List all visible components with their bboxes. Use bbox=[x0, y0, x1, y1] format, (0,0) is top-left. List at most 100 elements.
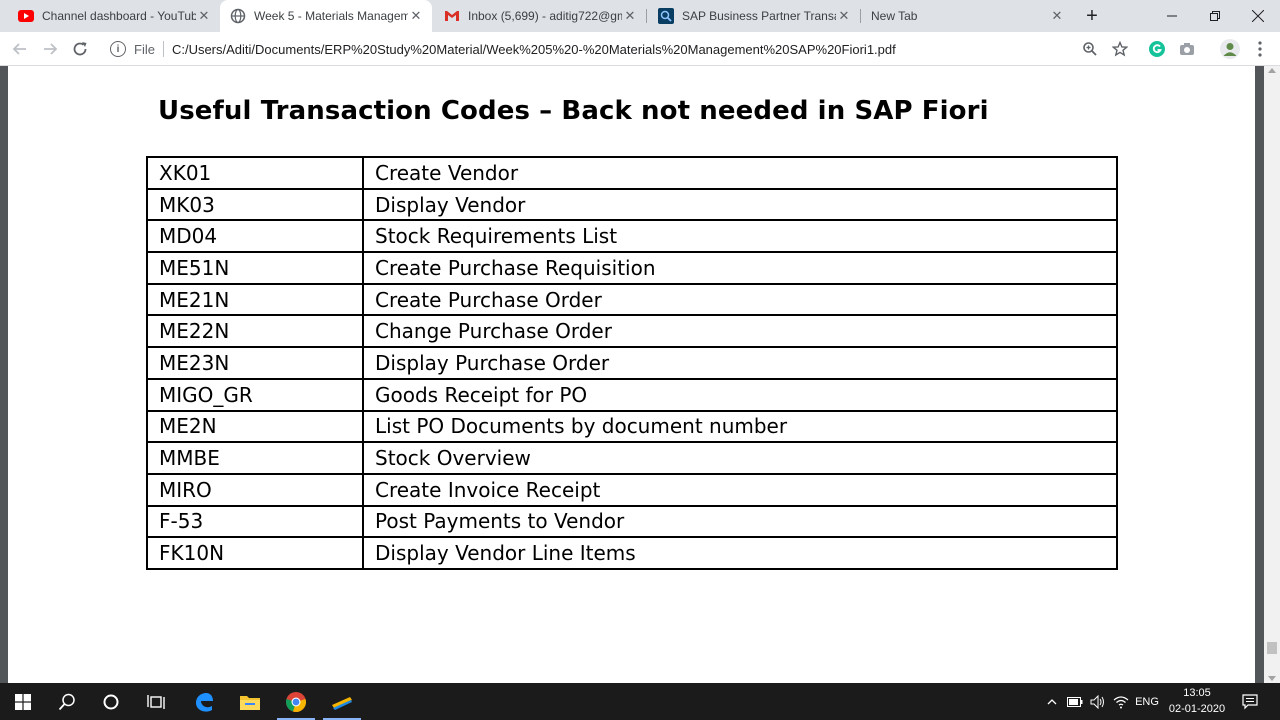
arrow-right-icon bbox=[44, 43, 58, 55]
forward-button[interactable] bbox=[38, 37, 62, 61]
address-bar[interactable]: i File C:/Users/Aditi/Documents/ERP%20St… bbox=[104, 35, 1136, 63]
grammarly-icon bbox=[1149, 41, 1165, 57]
transaction-description-cell: Display Vendor Line Items bbox=[362, 536, 1118, 570]
url-text[interactable]: C:/Users/Aditi/Documents/ERP%20Study%20M… bbox=[172, 42, 896, 57]
close-icon[interactable]: ✕ bbox=[836, 8, 852, 24]
scrollbar-thumb[interactable] bbox=[1267, 642, 1277, 654]
close-icon[interactable]: ✕ bbox=[408, 8, 424, 24]
close-icon[interactable]: ✕ bbox=[622, 8, 638, 24]
table-row: ME51N Create Purchase Requisition bbox=[146, 251, 1118, 285]
close-window-button[interactable] bbox=[1236, 0, 1280, 32]
new-tab-button[interactable]: + bbox=[1080, 4, 1104, 28]
close-icon[interactable]: ✕ bbox=[196, 8, 212, 24]
volume-button[interactable] bbox=[1087, 683, 1109, 720]
vertical-scrollbar[interactable] bbox=[1264, 66, 1280, 683]
bookmark-button[interactable] bbox=[1110, 39, 1130, 59]
transaction-description-cell: Create Vendor bbox=[362, 156, 1118, 190]
transaction-code-cell: FK10N bbox=[146, 536, 364, 570]
tab-title: SAP Business Partner Transactions bbox=[682, 9, 836, 23]
task-view-button[interactable] bbox=[133, 683, 179, 720]
table-row: MD04 Stock Requirements List bbox=[146, 219, 1118, 254]
network-button[interactable] bbox=[1110, 683, 1132, 720]
chrome-icon bbox=[286, 691, 306, 712]
edge-taskbar-button[interactable] bbox=[181, 683, 227, 720]
zoom-button[interactable] bbox=[1080, 39, 1100, 59]
folder-icon bbox=[240, 695, 260, 710]
sap-icon bbox=[658, 8, 674, 24]
transaction-code-cell: MMBE bbox=[146, 441, 364, 475]
transaction-description-cell: Create Purchase Order bbox=[362, 282, 1118, 317]
back-button[interactable] bbox=[8, 37, 32, 61]
chrome-taskbar-button[interactable] bbox=[273, 683, 319, 720]
table-row: FK10N Display Vendor Line Items bbox=[146, 536, 1118, 570]
transaction-code-cell: ME2N bbox=[146, 409, 364, 444]
sap-gui-taskbar-button[interactable] bbox=[319, 683, 365, 720]
screenshot-extension-button[interactable] bbox=[1177, 39, 1197, 59]
windows-logo-icon bbox=[15, 693, 31, 710]
table-row: ME23N Display Purchase Order bbox=[146, 346, 1118, 380]
cortana-button[interactable] bbox=[88, 683, 134, 720]
sap-gui-icon bbox=[332, 696, 352, 710]
scheme-label: File bbox=[134, 41, 155, 57]
close-window-icon bbox=[1252, 10, 1264, 22]
profile-avatar[interactable] bbox=[1220, 39, 1240, 59]
minimize-button[interactable] bbox=[1150, 0, 1194, 32]
browser-toolbar: i File C:/Users/Aditi/Documents/ERP%20St… bbox=[0, 32, 1280, 66]
transaction-description-cell: Display Purchase Order bbox=[362, 346, 1118, 380]
avatar-icon bbox=[1220, 39, 1240, 59]
file-explorer-taskbar-button[interactable] bbox=[227, 683, 273, 720]
table-row: MK03 Display Vendor bbox=[146, 187, 1118, 222]
transaction-code-cell: ME23N bbox=[146, 346, 364, 380]
restore-icon bbox=[1210, 11, 1220, 21]
pdf-viewer: Useful Transaction Codes – Back not need… bbox=[0, 66, 1280, 683]
transaction-description-cell: Create Purchase Requisition bbox=[362, 251, 1118, 285]
reload-button[interactable] bbox=[68, 37, 92, 61]
transaction-code-cell: ME51N bbox=[146, 251, 364, 285]
clock-time: 13:05 bbox=[1183, 687, 1211, 699]
close-icon[interactable]: ✕ bbox=[1049, 8, 1065, 24]
tab-gmail[interactable]: Inbox (5,699) - aditig722@gmail.com ✕ bbox=[434, 0, 646, 32]
scroll-up-icon[interactable] bbox=[1268, 68, 1276, 73]
cortana-icon bbox=[103, 694, 119, 709]
start-button[interactable] bbox=[0, 683, 46, 720]
tab-new-tab[interactable]: New Tab ✕ bbox=[861, 0, 1073, 32]
menu-button[interactable] bbox=[1250, 39, 1270, 59]
search-icon bbox=[58, 693, 75, 710]
transaction-code-cell: XK01 bbox=[146, 156, 364, 190]
action-center-button[interactable] bbox=[1238, 683, 1262, 720]
table-row: MMBE Stock Overview bbox=[146, 441, 1118, 475]
camera-icon bbox=[1180, 43, 1194, 55]
chevron-up-icon bbox=[1047, 698, 1057, 704]
edge-icon bbox=[196, 692, 213, 712]
transaction-description-cell: List PO Documents by document number bbox=[362, 409, 1118, 444]
transaction-description-cell: Display Vendor bbox=[362, 187, 1118, 222]
info-icon[interactable]: i bbox=[110, 41, 126, 57]
search-button[interactable] bbox=[44, 683, 90, 720]
table-row: MIGO_GR Goods Receipt for PO bbox=[146, 377, 1118, 412]
kebab-menu-icon bbox=[1258, 41, 1262, 57]
tab-week5-pdf[interactable]: Week 5 - Materials Management ✕ bbox=[220, 0, 432, 32]
restore-button[interactable] bbox=[1193, 0, 1237, 32]
star-icon bbox=[1112, 41, 1128, 57]
grammarly-extension-button[interactable] bbox=[1147, 39, 1167, 59]
language-indicator[interactable]: ENG bbox=[1134, 683, 1160, 720]
table-row: ME2N List PO Documents by document number bbox=[146, 409, 1118, 444]
tab-sap[interactable]: SAP Business Partner Transactions ✕ bbox=[648, 0, 860, 32]
task-view-icon bbox=[147, 694, 165, 709]
page-title: Useful Transaction Codes – Back not need… bbox=[158, 96, 989, 126]
divider bbox=[162, 41, 164, 57]
scroll-down-icon[interactable] bbox=[1268, 676, 1276, 681]
battery-button[interactable] bbox=[1064, 683, 1086, 720]
transaction-description-cell: Goods Receipt for PO bbox=[362, 377, 1118, 412]
wifi-icon bbox=[1113, 695, 1129, 708]
transaction-description-cell: Stock Requirements List bbox=[362, 219, 1118, 254]
transaction-code-cell: MD04 bbox=[146, 219, 364, 254]
show-hidden-icons-button[interactable] bbox=[1042, 683, 1062, 720]
taskbar-clock[interactable]: 13:05 02-01-2020 bbox=[1166, 685, 1228, 717]
battery-icon bbox=[1067, 696, 1083, 707]
tab-title: Week 5 - Materials Management bbox=[254, 9, 408, 23]
table-row: ME22N Change Purchase Order bbox=[146, 314, 1118, 349]
tab-youtube[interactable]: Channel dashboard - YouTube ✕ bbox=[8, 0, 220, 32]
table-row: ME21N Create Purchase Order bbox=[146, 282, 1118, 317]
globe-icon bbox=[230, 8, 246, 24]
